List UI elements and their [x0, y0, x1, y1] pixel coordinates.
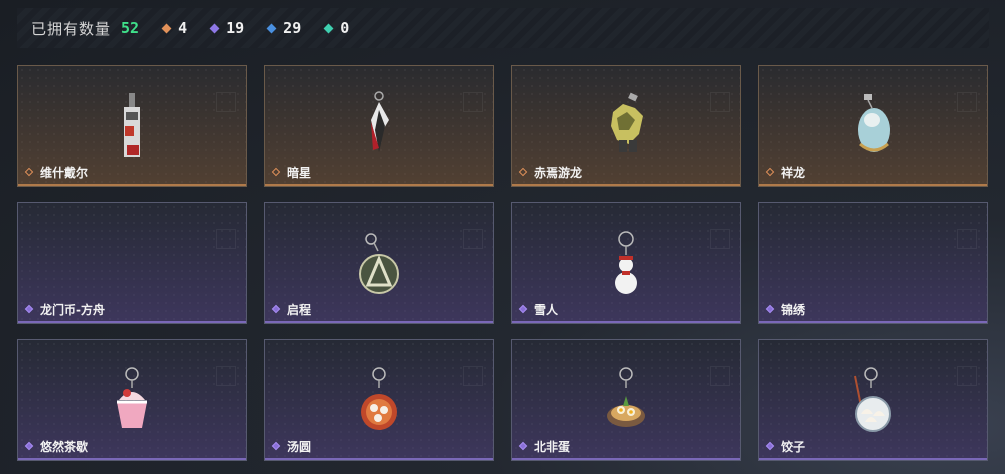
charm-image — [854, 367, 891, 432]
stat-green: 0 — [323, 19, 349, 37]
purple-rarity-icon — [766, 305, 775, 314]
charm-image — [371, 91, 389, 152]
charm-card[interactable]: 饺子 — [758, 339, 988, 461]
charm-image — [858, 94, 890, 152]
charm-image — [611, 92, 643, 152]
charm-name: 悠然茶歇 — [40, 440, 89, 454]
charm-card[interactable]: 赤焉游龙 — [511, 65, 741, 187]
charm-name: 祥龙 — [781, 166, 806, 180]
charm-image — [359, 233, 399, 294]
stat-purple: 19 — [209, 19, 244, 37]
purple-rarity-icon — [519, 442, 528, 451]
orange-rarity-icon — [25, 168, 34, 177]
blue-rarity-icon — [266, 23, 277, 33]
charm-name: 汤圆 — [287, 440, 312, 454]
purple-rarity-icon — [25, 442, 34, 451]
charm-card[interactable]: 北非蛋 — [511, 339, 741, 461]
charm-image — [117, 367, 147, 428]
owned-total: 52 — [121, 19, 140, 37]
charm-grid: 维什戴尔 暗星 赤焉游龙 祥龙 龙门币-方舟 启程 雪人 锦绣 悠然茶歇 汤圆 … — [17, 65, 988, 461]
charm-card[interactable]: 汤圆 — [264, 339, 494, 461]
owned-count-label: 已拥有数量 — [31, 19, 112, 38]
orange-rarity-icon — [161, 23, 172, 33]
charm-card[interactable]: 锦绣 — [758, 202, 988, 324]
charm-card[interactable]: 雪人 — [511, 202, 741, 324]
charm-image — [615, 231, 637, 294]
stat-blue: 29 — [266, 19, 301, 37]
purple-rarity-icon — [25, 305, 34, 314]
charm-card[interactable]: 悠然茶歇 — [17, 339, 247, 461]
green-rarity-icon — [323, 23, 334, 33]
charm-card[interactable]: 祥龙 — [758, 65, 988, 187]
purple-rarity-icon — [766, 442, 775, 451]
ownership-summary-bar: 已拥有数量 52 4 19 29 0 — [17, 8, 989, 48]
charm-name: 启程 — [287, 303, 312, 317]
charm-name: 维什戴尔 — [40, 166, 89, 180]
orange-rarity-icon — [519, 168, 528, 177]
purple-rarity-icon — [272, 442, 281, 451]
charm-name: 锦绣 — [781, 303, 806, 317]
charm-name: 暗星 — [287, 166, 312, 180]
charm-name: 雪人 — [534, 303, 559, 317]
charm-name: 饺子 — [781, 440, 806, 454]
charm-image — [124, 93, 140, 157]
charm-name: 赤焉游龙 — [534, 166, 583, 180]
purple-rarity-icon — [519, 305, 528, 314]
orange-rarity-icon — [766, 168, 775, 177]
charm-card[interactable]: 维什戴尔 — [17, 65, 247, 187]
stat-orange: 4 — [161, 19, 187, 37]
purple-rarity-icon — [272, 305, 281, 314]
orange-rarity-icon — [272, 168, 281, 177]
charm-card[interactable]: 暗星 — [264, 65, 494, 187]
charm-image — [607, 367, 645, 427]
charm-name: 北非蛋 — [534, 440, 571, 454]
purple-rarity-icon — [209, 23, 220, 33]
charm-card[interactable]: 龙门币-方舟 — [17, 202, 247, 324]
charm-image — [361, 367, 397, 430]
charm-name: 龙门币-方舟 — [40, 303, 105, 317]
charm-card[interactable]: 启程 — [264, 202, 494, 324]
